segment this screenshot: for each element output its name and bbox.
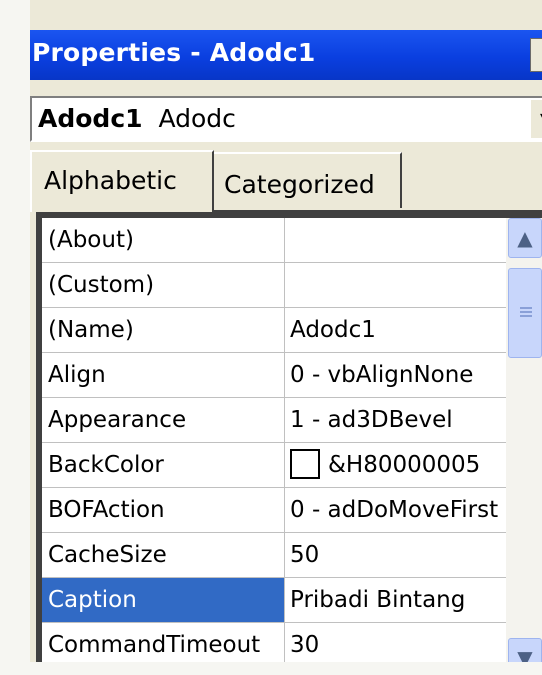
scrollbar-thumb[interactable] (508, 268, 542, 358)
object-name: Adodc1 (38, 104, 143, 133)
property-name: (Custom) (42, 263, 285, 307)
property-grid: (About) (Custom) (Name) Adodc1 Align 0 -… (42, 218, 512, 668)
tab-alphabetic-label: Alphabetic (44, 166, 177, 195)
tab-categorized[interactable]: Categorized (214, 152, 402, 208)
property-value[interactable]: 0 - adDoMoveFirst (286, 488, 516, 532)
property-value[interactable] (286, 263, 516, 307)
tab-categorized-label: Categorized (224, 170, 375, 199)
property-value[interactable] (286, 218, 516, 262)
property-row-bofaction[interactable]: BOFAction 0 - adDoMoveFirst (42, 488, 512, 533)
vertical-scrollbar[interactable]: ▲ ▼ (506, 218, 542, 675)
window-bottom-edge (0, 662, 542, 675)
property-value-text: &H80000005 (328, 452, 481, 478)
property-name: (About) (42, 218, 285, 262)
property-row-align[interactable]: Align 0 - vbAlignNone (42, 353, 512, 398)
title-bar[interactable]: Properties - Adodc1 x (30, 30, 542, 80)
property-name: Appearance (42, 398, 285, 442)
object-selector-dropdown-button[interactable]: ▾ (530, 100, 542, 138)
grip-icon (520, 307, 532, 317)
property-row-about[interactable]: (About) (42, 218, 512, 263)
property-name: BackColor (42, 443, 285, 487)
tab-alphabetic[interactable]: Alphabetic (30, 150, 214, 212)
property-name: Caption (42, 578, 285, 622)
property-row-backcolor[interactable]: BackColor &H80000005 (42, 443, 512, 488)
property-row-appearance[interactable]: Appearance 1 - ad3DBevel (42, 398, 512, 443)
property-row-custom[interactable]: (Custom) (42, 263, 512, 308)
property-value[interactable]: 0 - vbAlignNone (286, 353, 516, 397)
property-name: CommandTimeout (42, 623, 285, 667)
property-value[interactable]: 30 (286, 623, 516, 667)
property-name: CacheSize (42, 533, 285, 577)
property-value[interactable]: 50 (286, 533, 516, 577)
property-value[interactable]: Pribadi Bintang (286, 578, 516, 622)
property-row-cachesize[interactable]: CacheSize 50 (42, 533, 512, 578)
color-swatch (290, 448, 320, 479)
property-value[interactable]: 1 - ad3DBevel (286, 398, 516, 442)
property-name: BOFAction (42, 488, 285, 532)
object-selector-value: Adodc1 Adodc (38, 104, 236, 133)
scroll-up-arrow-icon: ▲ (517, 226, 533, 250)
property-row-caption[interactable]: Caption Pribadi Bintang (42, 578, 512, 623)
object-type: Adodc (158, 104, 236, 133)
scroll-up-button[interactable]: ▲ (508, 218, 542, 258)
window-title: Properties - Adodc1 (32, 38, 316, 67)
property-value[interactable]: Adodc1 (286, 308, 516, 352)
window-edge (0, 0, 30, 675)
object-selector[interactable]: Adodc1 Adodc ▾ (30, 96, 542, 142)
property-name: Align (42, 353, 285, 397)
property-value[interactable]: &H80000005 (286, 443, 516, 487)
property-row-name[interactable]: (Name) Adodc1 (42, 308, 512, 353)
properties-window: Properties - Adodc1 x Adodc1 Adodc ▾ Alp… (0, 0, 542, 675)
close-button[interactable]: x (530, 38, 542, 72)
property-name: (Name) (42, 308, 285, 352)
